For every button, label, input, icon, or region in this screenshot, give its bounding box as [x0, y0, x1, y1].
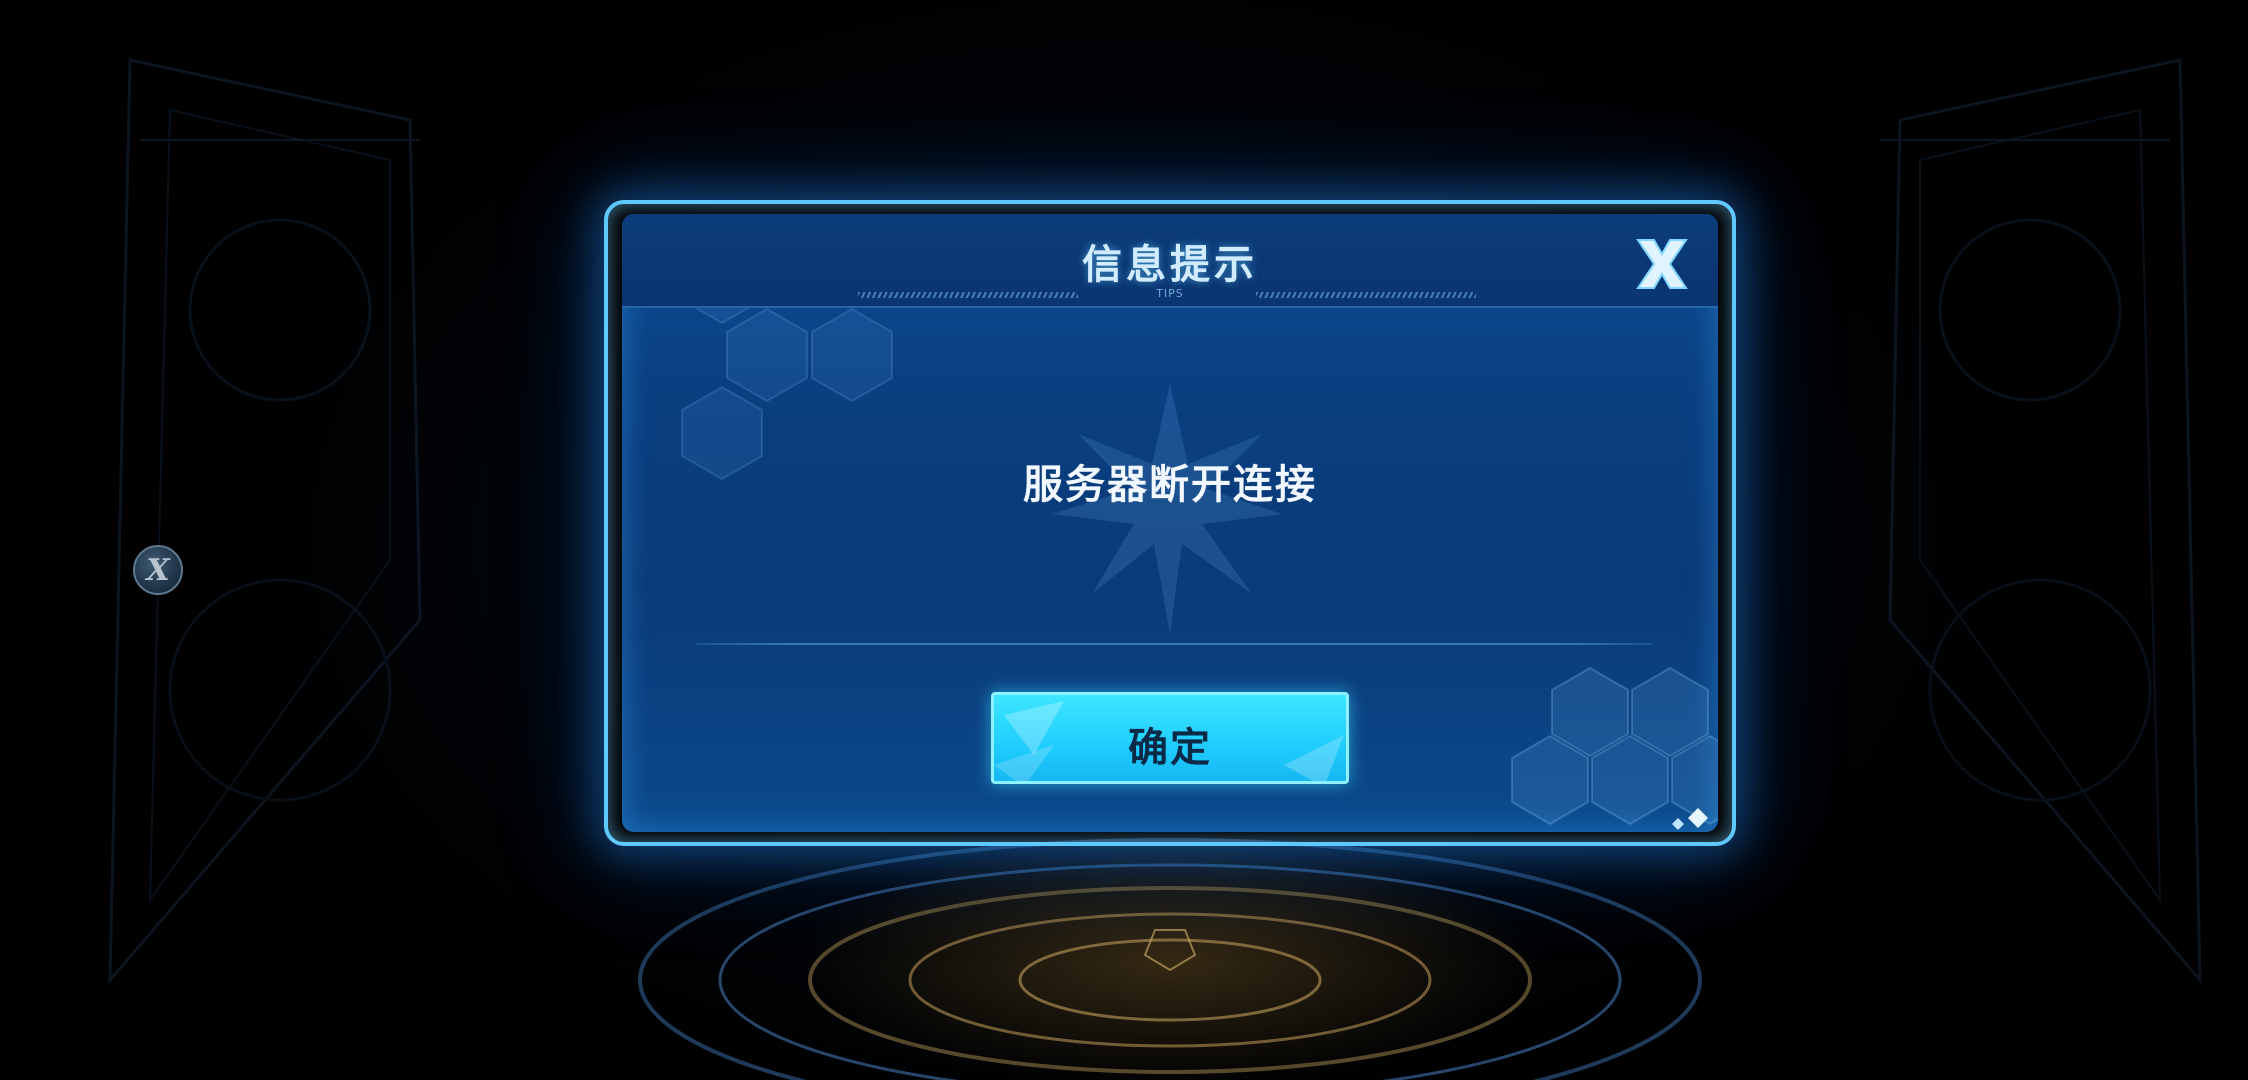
confirm-button[interactable]: 确定	[991, 692, 1349, 784]
close-button[interactable]	[1630, 232, 1694, 296]
dialog-message: 服务器断开连接	[1023, 462, 1317, 508]
dialog-subtitle: TIPS	[1156, 287, 1184, 300]
dialog-divider	[696, 643, 1652, 645]
background-panel-right	[1880, 58, 2202, 985]
background-panel-left	[108, 58, 422, 985]
side-x-badge[interactable]: X	[133, 545, 183, 595]
dialog-header: 信息提示 TIPS	[622, 214, 1718, 308]
game-screen: X 信息提示 TIPS 服务器断开连接 确定	[0, 0, 2248, 1080]
dialog-title: 信息提示	[1082, 242, 1258, 288]
pedestal-rings	[638, 838, 1702, 1080]
close-x-icon	[1636, 239, 1688, 289]
confirm-button-label: 确定	[1128, 725, 1212, 771]
side-x-badge-label: X	[146, 552, 170, 588]
